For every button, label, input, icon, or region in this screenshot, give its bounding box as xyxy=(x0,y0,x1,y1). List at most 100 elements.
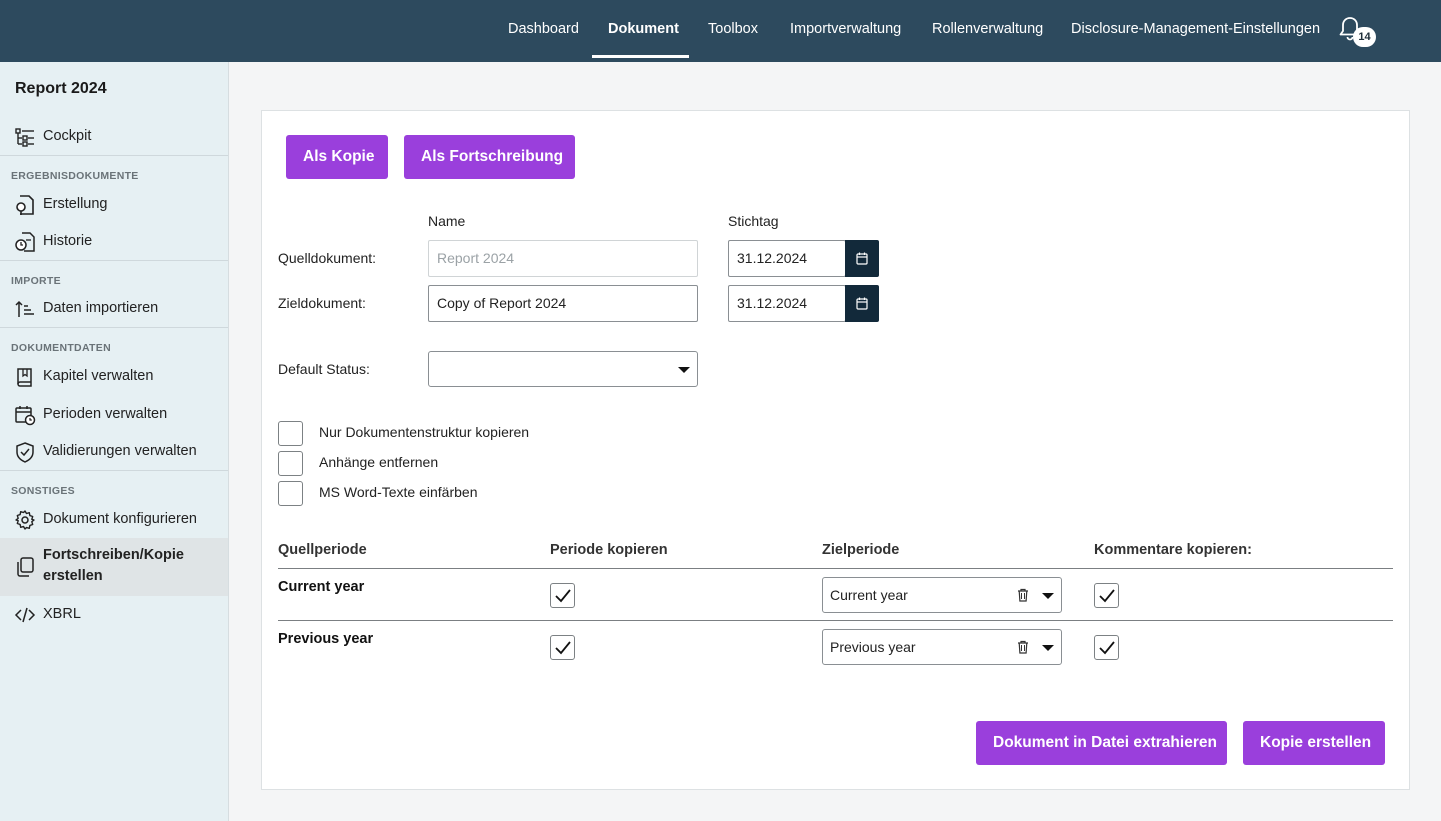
als-kopie-button[interactable]: Als Kopie xyxy=(286,135,388,179)
document-create-icon xyxy=(16,195,34,215)
history-icon xyxy=(15,232,35,252)
code-icon xyxy=(14,607,36,623)
trash-icon[interactable] xyxy=(1017,640,1029,654)
target-period-value: Current year xyxy=(830,587,908,603)
row-copy-comments-checkbox[interactable] xyxy=(1094,583,1119,608)
book-icon xyxy=(17,368,32,387)
quelldokument-date-input[interactable]: 31.12.2024 xyxy=(728,240,846,277)
section-ergebnisdokumente: ERGEBNISDOKUMENTE xyxy=(11,170,139,182)
import-sort-icon xyxy=(15,300,34,317)
copy-form-card xyxy=(261,110,1410,790)
row-source-period: Previous year xyxy=(278,631,374,647)
top-navigation-bar: Dashboard Dokument Toolbox Importverwalt… xyxy=(0,0,1441,62)
column-header-stichtag: Stichtag xyxy=(728,213,779,229)
divider xyxy=(0,155,228,156)
notifications-button[interactable]: 14 xyxy=(1338,16,1378,50)
sidebar-item-cockpit[interactable]: Cockpit xyxy=(0,118,228,154)
sidebar-item-historie[interactable]: Historie xyxy=(0,223,228,259)
table-header-periode-kopieren: Periode kopieren xyxy=(550,542,668,558)
chevron-down-icon xyxy=(1042,593,1054,599)
quelldokument-name-input: Report 2024 xyxy=(428,240,698,277)
sidebar-item-label: Perioden verwalten xyxy=(43,406,168,422)
row-source-period: Current year xyxy=(278,579,365,595)
option-nur-struktur-checkbox[interactable] xyxy=(278,421,303,446)
section-sonstiges: SONSTIGES xyxy=(11,485,75,497)
option-word-texte-label: MS Word-Texte einfärben xyxy=(319,484,478,500)
section-importe: IMPORTE xyxy=(11,275,61,287)
sidebar: Report 2024 Cockpit ERGEBNISDOKUMENTE Er… xyxy=(0,62,229,821)
calendar-clock-icon xyxy=(15,406,36,426)
option-anhaenge-checkbox[interactable] xyxy=(278,451,303,476)
checkmark-icon xyxy=(1099,589,1115,603)
table-divider xyxy=(278,620,1393,621)
table-header-quellperiode: Quellperiode xyxy=(278,542,367,558)
sidebar-item-label: Validierungen verwalten xyxy=(43,443,197,459)
zieldokument-date-input[interactable]: 31.12.2024 xyxy=(728,285,846,322)
row-target-period-select[interactable]: Current year xyxy=(822,577,1062,613)
row-copy-comments-checkbox[interactable] xyxy=(1094,635,1119,660)
zieldokument-label: Zieldokument: xyxy=(278,295,366,311)
row-target-period-select[interactable]: Previous year xyxy=(822,629,1062,665)
calendar-icon xyxy=(856,252,868,265)
sidebar-item-erstellung[interactable]: Erstellung xyxy=(0,186,228,222)
sidebar-item-label: Daten importieren xyxy=(43,300,159,316)
option-nur-struktur-label: Nur Dokumentenstruktur kopieren xyxy=(319,424,530,440)
target-period-value: Previous year xyxy=(830,639,916,655)
checkmark-icon xyxy=(555,589,571,603)
table-header-zielperiode: Zielperiode xyxy=(822,542,900,558)
zieldokument-name-input[interactable]: Copy of Report 2024 xyxy=(428,285,698,322)
nav-dokument[interactable]: Dokument xyxy=(608,0,679,58)
copy-icon xyxy=(17,557,34,577)
create-copy-button[interactable]: Kopie erstellen xyxy=(1243,721,1385,765)
sidebar-item-label: Historie xyxy=(43,233,93,249)
table-divider xyxy=(278,568,1393,569)
als-fortschreibung-button[interactable]: Als Fortschreibung xyxy=(404,135,575,179)
nav-rollenverwaltung[interactable]: Rollenverwaltung xyxy=(932,0,1043,58)
option-word-texte-checkbox[interactable] xyxy=(278,481,303,506)
zieldokument-calendar-button[interactable] xyxy=(845,285,879,322)
section-dokumentdaten: DOKUMENTDATEN xyxy=(11,342,111,354)
divider xyxy=(0,260,228,261)
option-anhaenge-label: Anhänge entfernen xyxy=(319,454,439,470)
sidebar-item-xbrl[interactable]: XBRL xyxy=(0,596,228,632)
nav-active-indicator xyxy=(592,55,689,58)
sidebar-item-kapitel-verwalten[interactable]: Kapitel verwalten xyxy=(0,358,228,394)
row-copy-period-checkbox[interactable] xyxy=(550,635,575,660)
column-header-name: Name xyxy=(428,213,466,229)
sidebar-item-label: XBRL xyxy=(43,606,81,622)
nav-toolbox[interactable]: Toolbox xyxy=(708,0,758,58)
trash-icon[interactable] xyxy=(1017,588,1029,602)
document-title: Report 2024 xyxy=(15,80,107,97)
quelldokument-label: Quelldokument: xyxy=(278,250,377,266)
nav-disclosure-settings[interactable]: Disclosure-Management-Einstellungen xyxy=(1071,0,1320,58)
sidebar-item-label: Kapitel verwalten xyxy=(43,368,154,384)
sidebar-item-fortschreiben-kopie[interactable]: Fortschreiben/Kopie erstellen xyxy=(0,538,228,596)
cockpit-icon xyxy=(15,128,34,147)
shield-check-icon xyxy=(16,442,34,463)
nav-dashboard[interactable]: Dashboard xyxy=(508,0,579,58)
checkmark-icon xyxy=(1099,641,1115,655)
sidebar-item-perioden-verwalten[interactable]: Perioden verwalten xyxy=(0,396,228,432)
sidebar-item-label: Dokument konfigurieren xyxy=(43,511,197,527)
sidebar-item-validierungen-verwalten[interactable]: Validierungen verwalten xyxy=(0,433,228,469)
chevron-down-icon xyxy=(678,367,690,373)
nav-importverwaltung[interactable]: Importverwaltung xyxy=(790,0,901,58)
sidebar-item-label: Cockpit xyxy=(43,128,92,144)
extract-document-button[interactable]: Dokument in Datei extrahieren xyxy=(976,721,1227,765)
calendar-icon xyxy=(856,297,868,310)
table-header-kommentare-kopieren: Kommentare kopieren: xyxy=(1094,542,1252,558)
checkmark-icon xyxy=(555,641,571,655)
row-copy-period-checkbox[interactable] xyxy=(550,583,575,608)
sidebar-item-label: Erstellung xyxy=(43,196,108,212)
sidebar-item-daten-importieren[interactable]: Daten importieren xyxy=(0,290,228,326)
chevron-down-icon xyxy=(1042,645,1054,651)
sidebar-item-label: Fortschreiben/Kopie erstellen xyxy=(43,547,184,584)
sidebar-item-dokument-konfigurieren[interactable]: Dokument konfigurieren xyxy=(0,501,228,537)
default-status-select[interactable] xyxy=(428,351,698,387)
quelldokument-calendar-button[interactable] xyxy=(845,240,879,277)
gear-icon xyxy=(15,510,35,530)
default-status-label: Default Status: xyxy=(278,361,370,377)
divider xyxy=(0,327,228,328)
divider xyxy=(0,470,228,471)
notification-count-badge: 14 xyxy=(1353,27,1376,47)
